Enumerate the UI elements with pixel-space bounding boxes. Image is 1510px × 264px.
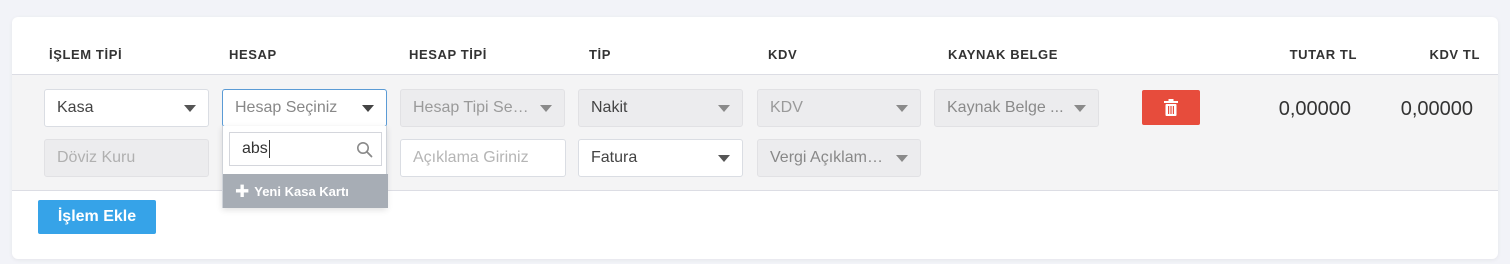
new-kasa-card-label: Yeni Kasa Kartı	[254, 183, 349, 199]
header-islem-tipi: İŞLEM TİPİ	[49, 47, 123, 62]
caret-down-icon	[718, 104, 730, 112]
caret-down-icon	[1074, 104, 1086, 112]
hesap-search-input[interactable]: abs	[229, 132, 382, 166]
islem-tipi-value: Kasa	[57, 99, 94, 116]
kdv-placeholder: KDV	[770, 99, 803, 116]
header-tutar-tl: TUTAR TL	[1289, 47, 1357, 62]
kdv-tl-value: 0,00000	[1400, 98, 1473, 120]
tip2-value: Fatura	[591, 149, 638, 166]
tip2-select[interactable]: Fatura	[578, 139, 743, 177]
header-kaynak-belge: KAYNAK BELGE	[948, 47, 1059, 62]
kdv-select[interactable]: KDV	[757, 89, 921, 127]
tip-value: Nakit	[591, 99, 628, 116]
search-icon	[357, 142, 373, 158]
search-value: abs	[242, 140, 268, 157]
tip-select[interactable]: Nakit	[578, 89, 743, 127]
header-kdv: KDV	[768, 47, 798, 62]
hesap-dropdown: abs ✚ Yeni Kasa Kartı	[222, 126, 388, 208]
header-hesap: HESAP	[229, 47, 277, 62]
delete-row-button[interactable]	[1142, 90, 1200, 125]
doviz-kuru-input[interactable]: Döviz Kuru	[44, 139, 209, 177]
plus-icon: ✚	[235, 181, 250, 201]
caret-down-icon	[718, 154, 730, 162]
hesap-placeholder: Hesap Seçiniz	[235, 99, 338, 116]
caret-down-icon	[896, 154, 908, 162]
vergi-aciklamasi-placeholder: Vergi Açıklaması	[770, 149, 888, 166]
tutar-tl-value: 0,00000	[1278, 98, 1351, 120]
new-kasa-card-option[interactable]: ✚ Yeni Kasa Kartı	[223, 174, 388, 208]
caret-down-icon	[896, 104, 908, 112]
islem-tipi-select[interactable]: Kasa	[44, 89, 209, 127]
caret-down-icon	[362, 104, 374, 112]
header-kdv-tl: KDV TL	[1429, 47, 1480, 62]
header-hesap-tipi: HESAP TİPİ	[409, 47, 488, 62]
text-cursor	[268, 140, 270, 158]
trash-icon	[1164, 99, 1178, 116]
kaynak-belge-placeholder: Kaynak Belge ...	[947, 99, 1064, 116]
hesap-tipi-select[interactable]: Hesap Tipi Seç...	[400, 89, 565, 127]
kaynak-belge-select[interactable]: Kaynak Belge ...	[934, 89, 1099, 127]
caret-down-icon	[540, 104, 552, 112]
header-tip: TİP	[589, 47, 612, 62]
add-transaction-button[interactable]: İşlem Ekle	[38, 200, 156, 234]
vergi-aciklamasi-select[interactable]: Vergi Açıklaması	[757, 139, 921, 177]
caret-down-icon	[184, 104, 196, 112]
hesap-select[interactable]: Hesap Seçiniz	[222, 89, 387, 127]
hesap-tipi-placeholder: Hesap Tipi Seç...	[413, 99, 532, 116]
aciklama-input[interactable]: Açıklama Giriniz	[400, 139, 566, 177]
